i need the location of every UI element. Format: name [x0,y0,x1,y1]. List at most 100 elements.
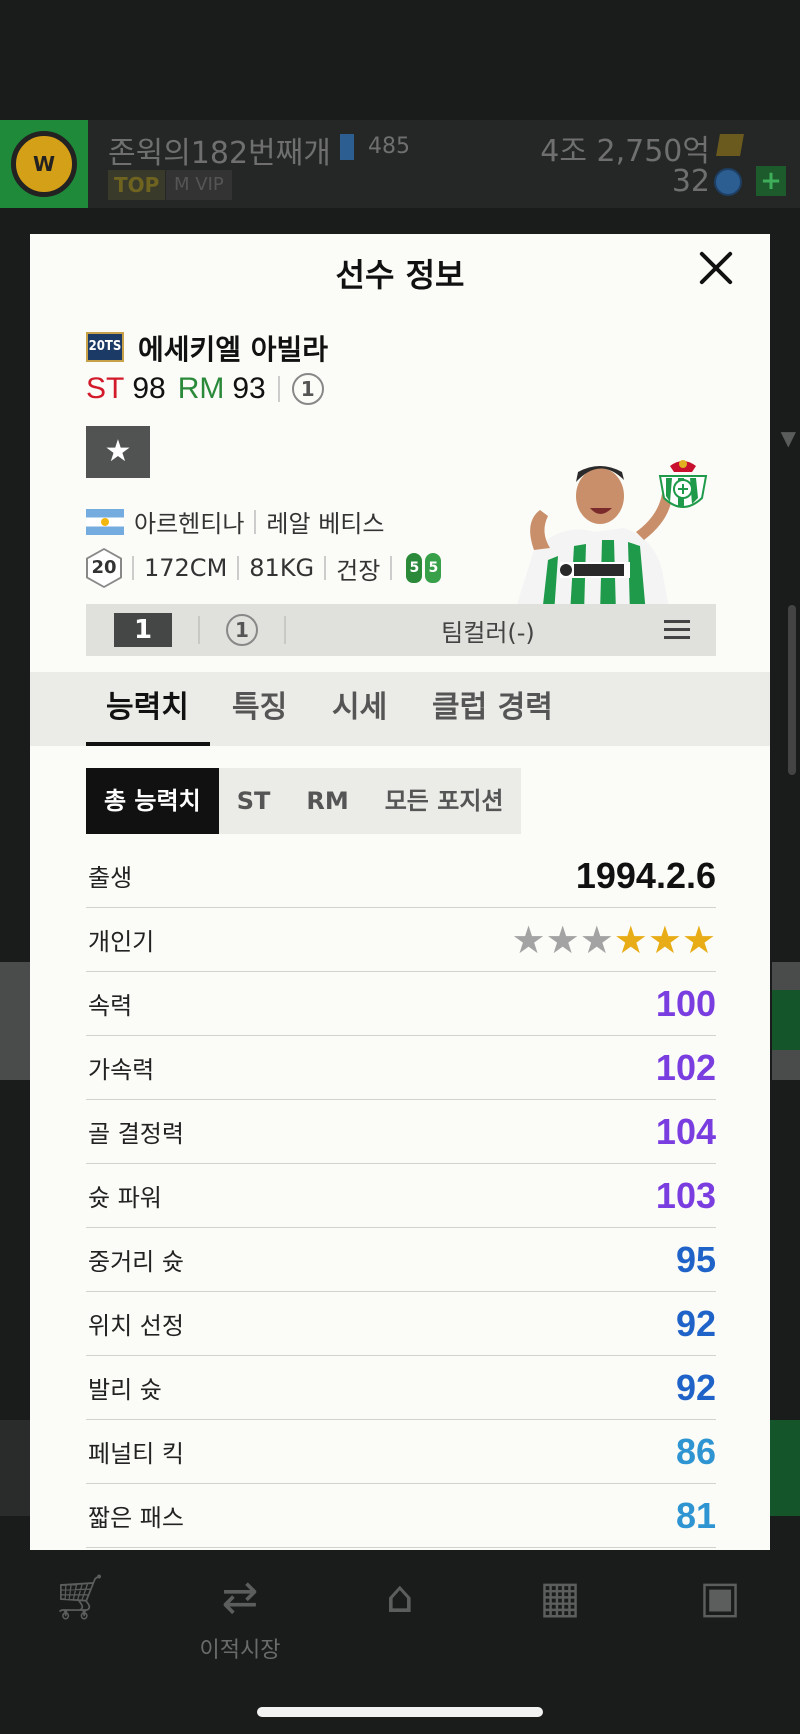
nav-shop[interactable]: 🛒︎ [20,1572,140,1624]
nav-transfer-label: 이적시장 [199,1638,281,1663]
wolf-icon: W [11,131,77,197]
star-empty-icon: ★ [579,917,614,962]
stat-label: 위치 선정 [88,1312,184,1340]
close-icon[interactable] [696,248,736,288]
stat-label: 중거리 슛 [88,1248,184,1276]
nav-transfer-market[interactable]: ⇄ 이적시장 [180,1572,300,1664]
stats-list: 출생 1994.2.6 개인기 ★ ★ ★ ★ ★ ★ 속력 100 가속력 102 골 결정력 1… [86,844,716,1548]
skill-moves-badge: 20 [86,548,122,588]
bp-icon [716,134,744,156]
star-filled-icon: ★ [613,917,648,962]
player-name: 에세키엘 아빌라 [138,333,329,366]
stat-row: 슛 파워 103 [86,1164,716,1228]
level-badge: 485 [340,134,410,160]
squad-icon: ▦ [539,1572,581,1623]
favorite-button[interactable]: ★ [86,426,150,478]
stat-row: 발리 슛 92 [86,1356,716,1420]
stat-value: 104 [655,1110,716,1152]
home-icon: ⌂ [386,1572,414,1623]
club-logo[interactable]: W [0,120,88,208]
add-coins-button[interactable]: + [756,166,786,196]
argentina-flag-icon [86,508,124,535]
home-indicator [257,1707,543,1717]
position-ratings: ST 98 RM 93 1 [86,372,324,406]
tab-price[interactable]: 시세 [332,672,387,746]
club-name: 레알 베티스 [266,510,385,538]
star-filled-icon: ★ [647,917,682,962]
card-info-bar: 1 1 팀컬러(-) [86,604,716,656]
subtab-all-positions[interactable]: 모든 포지션 [367,768,522,834]
nav-squad[interactable]: ▦ [500,1572,620,1624]
height-value: 172CM [144,554,228,582]
divider [277,376,280,402]
stat-value: 100 [655,982,716,1024]
grade-circle-badge: 1 [226,614,258,646]
menu-icon[interactable] [664,620,690,640]
stat-label: 골 결정력 [88,1120,184,1148]
stat-label: 페널티 킥 [88,1440,184,1468]
star-empty-icon: ★ [511,917,546,962]
info-tabs: 능력치 특징 시세 클럽 경력 [30,672,770,746]
position-2-label: RM [177,372,225,405]
nav-home[interactable]: ⌂ [340,1572,460,1624]
tab-traits[interactable]: 특징 [232,672,287,746]
transfer-icon: ⇄ [221,1572,259,1623]
physique-value: 건장 [336,556,381,585]
divider [198,616,200,644]
popularity-row: 개인기 ★ ★ ★ ★ ★ ★ [86,908,716,972]
subtab-st[interactable]: ST [219,768,289,834]
stat-label: 짧은 패스 [88,1504,184,1532]
coin-icon [714,168,742,196]
stat-row: 페널티 킥 86 [86,1420,716,1484]
star-filled-icon: ★ [681,917,716,962]
top-bar: W 존윅의182번째개 485 TOP M VIP 4조 2,750억 32 + [0,120,800,208]
divider [390,556,393,580]
star-empty-icon: ★ [545,917,580,962]
team-color-label[interactable]: 팀컬러(-) [312,613,664,648]
stat-value: 103 [655,1174,716,1216]
stat-label: 속력 [88,992,133,1020]
birth-label: 출생 [88,864,133,892]
stat-label: 슛 파워 [88,1184,162,1212]
skill-moves-value: 20 [88,550,120,586]
birth-row: 출생 1994.2.6 [86,844,716,908]
divider [132,556,134,580]
username: 존윅의182번째개 [108,136,331,171]
position-2-ovr: 93 [232,372,266,405]
cart-icon: 🛒︎ [52,1572,108,1623]
divider [284,616,286,644]
foot-ratings: 5 5 [406,553,444,583]
stat-value: 81 [675,1494,716,1536]
subtab-total[interactable]: 총 능력치 [86,768,219,834]
modal-title: 선수 정보 [335,256,465,294]
stat-row: 속력 100 [86,972,716,1036]
stat-value: 102 [655,1046,716,1088]
club-crest-icon [656,456,710,516]
physical-info-row: 20 172CM 81KG 건장 5 5 [86,548,444,588]
player-info-modal: 선수 정보 20TS 에세키엘 아빌라 ST 98 RM 93 1 ★ 아르헨티… [30,234,770,1550]
attribute-rows: 속력 100 가속력 102 골 결정력 104 슛 파워 103 중거리 슛 95 위치 선정 92… [86,972,716,1548]
stat-position-tabs: 총 능력치 ST RM 모든 포지션 [86,768,522,834]
star-icon: ★ [104,434,132,469]
birth-value: 1994.2.6 [575,854,716,896]
stat-row: 골 결정력 104 [86,1100,716,1164]
right-foot-icon: 5 [425,553,442,583]
scrollbar[interactable] [788,605,796,775]
stat-value: 92 [675,1302,716,1344]
divider [324,556,327,580]
nav-inventory[interactable]: ▣ [660,1572,780,1624]
tab-club-career[interactable]: 클럽 경력 [432,672,553,746]
popularity-label: 개인기 [88,928,155,956]
weight-value: 81KG [249,554,315,582]
coin-value: 32 [671,164,710,199]
season-badge: 20TS [86,332,124,362]
grade-badge: 1 [114,613,172,647]
active-tab-indicator [86,742,210,746]
briefcase-icon: ▣ [699,1572,741,1623]
nation-name: 아르헨티나 [134,510,245,538]
divider [237,556,240,580]
background-panel-bottom-left [0,1420,30,1516]
tab-stats[interactable]: 능력치 [106,672,189,746]
subtab-rm[interactable]: RM [288,768,366,834]
nation-club-row: 아르헨티나 레알 베티스 [86,504,384,539]
